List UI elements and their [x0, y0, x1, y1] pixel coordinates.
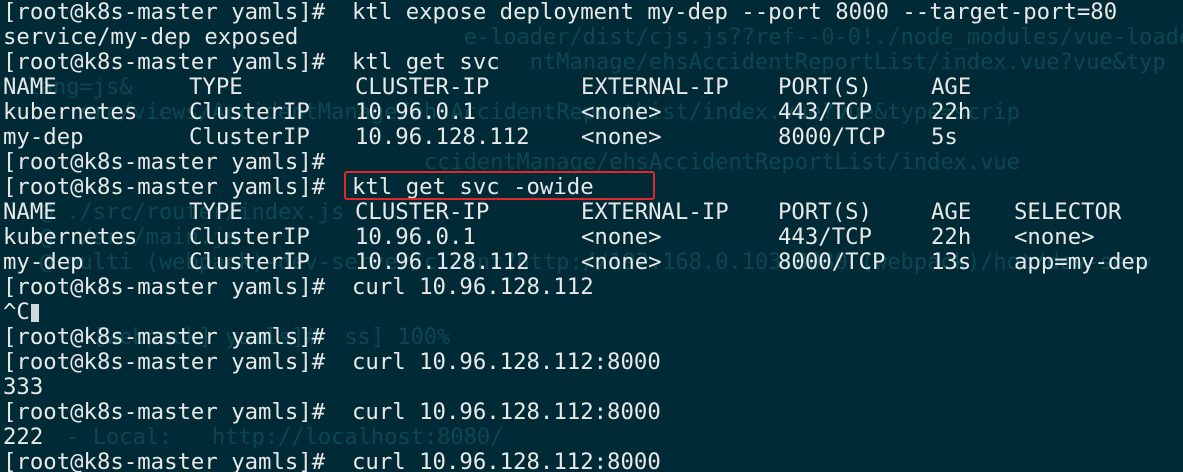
command-line: [root@k8s-master yamls]# curl 10.96.128.1…	[0, 350, 1183, 375]
output-line: NAME TYPE CLUSTER-IP EXTERNAL-IP PORT(S) AGE S…	[0, 200, 1183, 225]
table-cell: NAME	[3, 74, 57, 100]
command-line: [root@k8s-master yamls]# curl 10.96.128.1…	[0, 400, 1183, 425]
table-cell: EXTERNAL-IP	[581, 199, 729, 225]
table-cell: 8000/TCP	[778, 249, 886, 275]
output-line: 222	[0, 425, 1183, 450]
table-cell: 10.96.128.112	[355, 249, 530, 275]
table-cell: <none>	[581, 124, 662, 150]
table-cell: PORT(S)	[778, 199, 872, 225]
command-text: curl 10.96.128.112	[352, 274, 594, 300]
table-cell: ClusterIP	[189, 249, 310, 275]
table-cell: CLUSTER-IP	[355, 74, 490, 100]
table-cell: <none>	[581, 249, 662, 275]
table-cell: AGE	[931, 74, 972, 100]
table-cell: 443/TCP	[778, 99, 872, 125]
shell-prompt: [root@k8s-master yamls]#	[3, 349, 326, 375]
table-cell: 22h	[931, 99, 972, 125]
table-cell: ClusterIP	[189, 224, 310, 250]
table-cell: 10.96.0.1	[355, 224, 476, 250]
text-cursor	[30, 304, 39, 322]
command-line: [root@k8s-master yamls]#	[0, 325, 1183, 350]
table-cell: 13s	[931, 249, 972, 275]
terminal-output: [root@k8s-master yamls]# ktl expose deplo…	[0, 0, 1183, 472]
shell-prompt: [root@k8s-master yamls]#	[3, 399, 326, 425]
table-cell: PORT(S)	[778, 74, 872, 100]
command-text: curl 10.96.128.112:8000	[352, 399, 661, 425]
table-cell: EXTERNAL-IP	[581, 74, 729, 100]
shell-prompt: [root@k8s-master yamls]#	[3, 0, 326, 25]
command-text: curl 10.96.128.112:8000	[352, 349, 661, 375]
command-text: ktl get svc	[352, 49, 500, 75]
terminal-window[interactable]: e-loader/dist/cjs.js??ref--0-0!./node_mo…	[0, 0, 1183, 472]
command-text: curl 10.96.128.112:8000	[352, 449, 661, 472]
command-line: [root@k8s-master yamls]# ktl expose deplo…	[0, 0, 1183, 25]
shell-prompt: [root@k8s-master yamls]#	[3, 274, 326, 300]
command-line: [root@k8s-master yamls]# curl 10.96.128.1…	[0, 275, 1183, 300]
output-text: service/my-dep exposed	[3, 24, 299, 50]
table-cell: 8000/TCP	[778, 124, 886, 150]
table-cell: TYPE	[189, 199, 243, 225]
table-cell: <none>	[581, 99, 662, 125]
table-cell: 22h	[931, 224, 972, 250]
output-line: kubernetes ClusterIP 10.96.0.1 <none> 443/TC…	[0, 100, 1183, 125]
shell-prompt: [root@k8s-master yamls]#	[3, 324, 326, 350]
output-line: kubernetes ClusterIP 10.96.0.1 <none> 443/TC…	[0, 225, 1183, 250]
output-line: my-dep ClusterIP 10.96.128.112 <none> 8000/T…	[0, 250, 1183, 275]
output-text: 333	[3, 374, 44, 400]
output-line: ^C	[0, 300, 1183, 325]
output-text: ^C	[3, 300, 39, 325]
output-line: service/my-dep exposed	[0, 25, 1183, 50]
output-text: 222	[3, 424, 44, 450]
table-cell: AGE	[931, 199, 972, 225]
shell-prompt: [root@k8s-master yamls]#	[3, 149, 326, 175]
shell-prompt: [root@k8s-master yamls]#	[3, 449, 326, 472]
table-cell: my-dep	[3, 124, 84, 150]
table-cell: TYPE	[189, 74, 243, 100]
shell-prompt: [root@k8s-master yamls]#	[3, 49, 326, 75]
table-cell: app=my-dep	[1014, 249, 1149, 275]
table-cell: CLUSTER-IP	[355, 199, 490, 225]
command-text: ktl expose deployment my-dep --port 8000…	[352, 0, 1118, 25]
table-cell: 10.96.128.112	[355, 124, 530, 150]
table-cell: SELECTOR	[1014, 199, 1122, 225]
table-cell: 10.96.0.1	[355, 99, 476, 125]
table-cell: 5s	[931, 124, 958, 150]
table-cell: kubernetes	[3, 224, 138, 250]
table-cell: ClusterIP	[189, 99, 310, 125]
command-line: [root@k8s-master yamls]# curl 10.96.128.1…	[0, 450, 1183, 472]
table-cell: ClusterIP	[189, 124, 310, 150]
table-cell: kubernetes	[3, 99, 138, 125]
table-cell: <none>	[1014, 224, 1095, 250]
table-cell: NAME	[3, 199, 57, 225]
highlight-box	[344, 171, 655, 200]
table-cell: 443/TCP	[778, 224, 872, 250]
table-cell: <none>	[581, 224, 662, 250]
output-line: NAME TYPE CLUSTER-IP EXTERNAL-IP PORT(S) AGE	[0, 75, 1183, 100]
output-line: my-dep ClusterIP 10.96.128.112 <none> 8000/T…	[0, 125, 1183, 150]
output-line: 333	[0, 375, 1183, 400]
table-cell: my-dep	[3, 249, 84, 275]
shell-prompt: [root@k8s-master yamls]#	[3, 174, 326, 200]
command-line: [root@k8s-master yamls]# ktl get svc	[0, 50, 1183, 75]
